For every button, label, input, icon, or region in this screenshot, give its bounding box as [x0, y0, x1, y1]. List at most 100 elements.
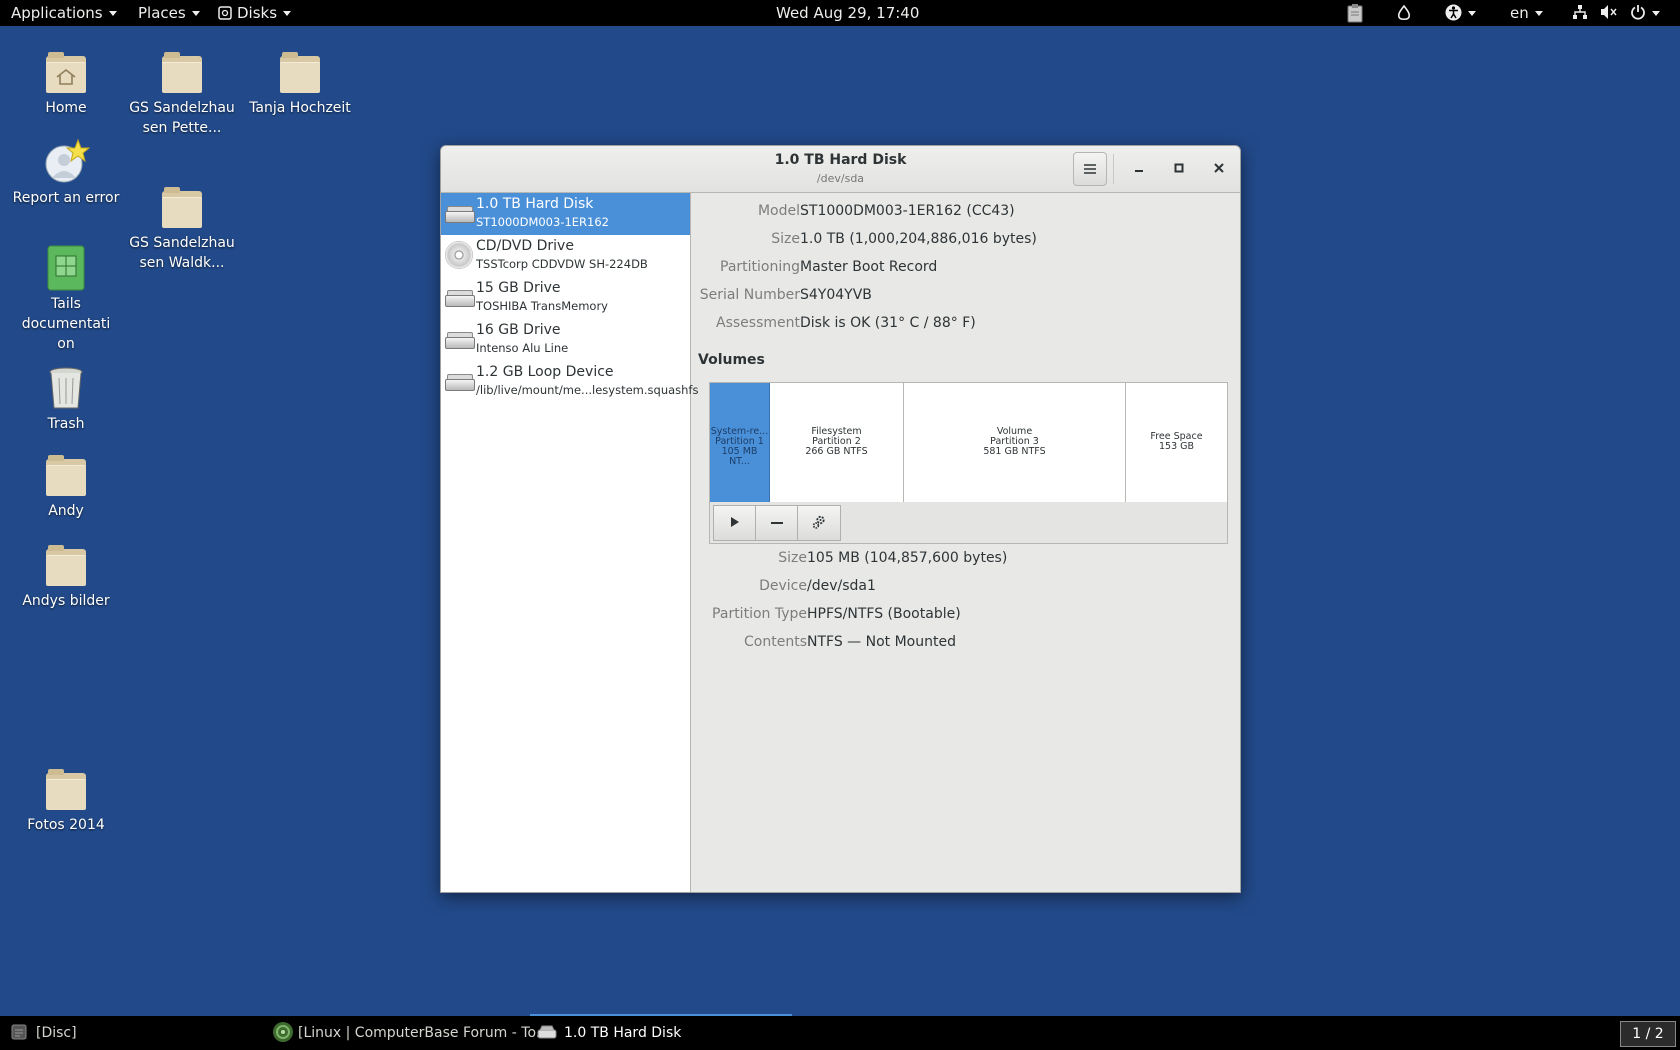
device-model: ST1000DM003-1ER162: [476, 215, 609, 229]
report-error-icon: [42, 138, 91, 186]
contents-value[interactable]: NTFS — Not Mounted: [807, 634, 956, 650]
minimize-icon: [1135, 170, 1143, 172]
device-value[interactable]: /dev/sda1: [807, 578, 876, 594]
workspace-indicator[interactable]: 1 / 2: [1620, 1021, 1676, 1047]
device-item-cd-dvd-drive[interactable]: CD/DVD Drive TSSTcorp CDDVDW SH-224DB: [441, 235, 690, 277]
minimize-button[interactable]: [1123, 152, 1155, 184]
serial-number-value[interactable]: S4Y04YVB: [800, 287, 872, 303]
task-label: 1.0 TB Hard Disk: [564, 1025, 682, 1041]
maximize-button[interactable]: [1163, 152, 1195, 184]
partitioning-value[interactable]: Master Boot Record: [800, 259, 937, 275]
clock[interactable]: Wed Aug 29, 17:40: [776, 4, 919, 22]
tails-documentation-icon: [42, 244, 90, 292]
desktop-icon-tails-documentation[interactable]: Tails documentati on: [11, 244, 121, 354]
device-model: TOSHIBA TransMemory: [476, 299, 608, 313]
partition-size: 266 GB NTFS: [805, 446, 868, 457]
network-icon[interactable]: [1572, 4, 1588, 22]
desktop-icon-label: Home: [45, 100, 87, 116]
device-name: 1.0 TB Hard Disk: [476, 196, 594, 212]
mount-button[interactable]: [713, 505, 757, 541]
folder-icon: [158, 48, 206, 96]
model-label: Model: [757, 203, 800, 219]
desktop-icon-folder[interactable]: Tanja Hochzeit: [245, 48, 355, 118]
header-separator: [1113, 154, 1114, 184]
desktop-icon-report-error[interactable]: Report an error: [11, 138, 121, 208]
usb-drive-icon: [444, 331, 475, 349]
device-name: 15 GB Drive: [476, 280, 561, 296]
chevron-down-icon: [1468, 11, 1476, 16]
chevron-down-icon: [1534, 11, 1543, 16]
desktop-icon-folder[interactable]: Andy: [11, 451, 121, 521]
free-space-size: 153 GB: [1158, 441, 1195, 452]
disks-label: Disks: [237, 4, 278, 22]
task-label: [Linux | ComputerBase Forum - To...: [298, 1025, 550, 1041]
desktop-icon-trash[interactable]: Trash: [11, 364, 121, 434]
partitioning-label: Partitioning: [720, 259, 800, 275]
partition-type-label: Partition Type: [712, 606, 807, 622]
volume-muted-icon[interactable]: [1600, 4, 1618, 22]
desktop-icon-label: Fotos 2014: [27, 817, 105, 833]
terminal-icon: [11, 1024, 27, 1040]
device-item-16gb-drive[interactable]: 16 GB Drive Intenso Alu Line: [441, 319, 690, 361]
language-menu[interactable]: en: [1510, 4, 1543, 22]
partition-size: 581 GB NTFS: [983, 446, 1046, 457]
partition-options-button[interactable]: [797, 505, 841, 541]
volume-map: System-re... Partition 1 105 MB NT... File…: [709, 382, 1228, 503]
assessment-label: Assessment: [716, 315, 800, 331]
partition-3-block[interactable]: Volume Partition 3 581 GB NTFS: [904, 383, 1126, 502]
desktop-icon-folder[interactable]: Fotos 2014: [11, 765, 121, 835]
assessment-value[interactable]: Disk is OK (31° C / 88° F): [800, 315, 976, 331]
desktop-icon-home[interactable]: Home: [11, 48, 121, 118]
partition-2-block[interactable]: Filesystem Partition 2 266 GB NTFS: [770, 383, 904, 502]
device-item-1tb-hard-disk[interactable]: 1.0 TB Hard Disk ST1000DM003-1ER162: [441, 193, 690, 235]
volume-size-label: Size: [778, 550, 807, 566]
optical-disc-icon: [445, 241, 473, 269]
header-bar[interactable]: 1.0 TB Hard Disk /dev/sda: [441, 146, 1240, 193]
power-icon: [1631, 5, 1645, 20]
hard-disk-icon: [444, 205, 475, 223]
accessibility-menu[interactable]: [1445, 4, 1476, 22]
desktop-icon-label: Tanja Hochzeit: [249, 100, 351, 116]
task-disks[interactable]: 1.0 TB Hard Disk: [530, 1014, 792, 1050]
trash-icon: [42, 364, 90, 412]
window-subtitle: /dev/sda: [816, 172, 865, 185]
task-disc[interactable]: [Disc]: [10, 1016, 77, 1050]
device-label: Device: [759, 578, 807, 594]
delete-partition-button[interactable]: [755, 505, 799, 541]
task-browser[interactable]: [Linux | ComputerBase Forum - To...: [272, 1016, 549, 1050]
power-menu[interactable]: [1630, 4, 1660, 22]
volume-size-value[interactable]: 105 MB (104,857,600 bytes): [807, 550, 1007, 566]
desktop-icon-label: Report an error: [12, 190, 120, 206]
device-name: CD/DVD Drive: [476, 238, 574, 254]
applications-menu[interactable]: Applications: [11, 4, 117, 22]
partition-1-block[interactable]: System-re... Partition 1 105 MB NT...: [710, 383, 770, 502]
gears-icon: [812, 515, 825, 529]
folder-icon: [158, 183, 206, 231]
device-model: TSSTcorp CDDVDW SH-224DB: [476, 257, 648, 271]
device-path: /lib/live/mount/me...lesystem.squashfs: [476, 383, 699, 397]
loop-device-icon: [444, 373, 475, 391]
partition-type-value[interactable]: HPFS/NTFS (Bootable): [807, 606, 961, 622]
hamburger-icon: [1084, 164, 1096, 174]
device-item-15gb-drive[interactable]: 15 GB Drive TOSHIBA TransMemory: [441, 277, 690, 319]
desktop-icon-folder[interactable]: GS Sandelzhau sen Waldk...: [127, 183, 237, 273]
desktop-icon-label: GS Sandelzhau sen Pette...: [129, 100, 235, 136]
tor-onion-icon[interactable]: [1396, 4, 1412, 22]
device-list: 1.0 TB Hard Disk ST1000DM003-1ER162 CD/D…: [441, 193, 698, 892]
free-space-block[interactable]: Free Space 153 GB: [1126, 383, 1227, 502]
size-value[interactable]: 1.0 TB (1,000,204,886,016 bytes): [800, 231, 1037, 247]
hard-disk-icon: [537, 1025, 557, 1039]
volume-toolbar: [709, 502, 1228, 544]
desktop-icon-folder[interactable]: Andys bilder: [11, 541, 121, 611]
tor-browser-icon: [273, 1022, 293, 1042]
app-menu-button[interactable]: [1073, 152, 1107, 186]
desktop-icon-folder[interactable]: GS Sandelzhau sen Pette...: [127, 48, 237, 138]
taskbar: [Disc] [Linux | ComputerBase Forum - To.…: [0, 1014, 1680, 1050]
folder-icon: [42, 765, 90, 813]
places-menu[interactable]: Places: [138, 4, 200, 22]
device-item-loop-device[interactable]: 1.2 GB Loop Device /lib/live/mount/me...…: [441, 361, 698, 403]
model-value[interactable]: ST1000DM003-1ER162 (CC43): [800, 203, 1015, 219]
disks-app-menu[interactable]: Disks: [218, 4, 292, 22]
close-button[interactable]: [1203, 152, 1235, 184]
clipboard-icon[interactable]: [1347, 3, 1363, 23]
